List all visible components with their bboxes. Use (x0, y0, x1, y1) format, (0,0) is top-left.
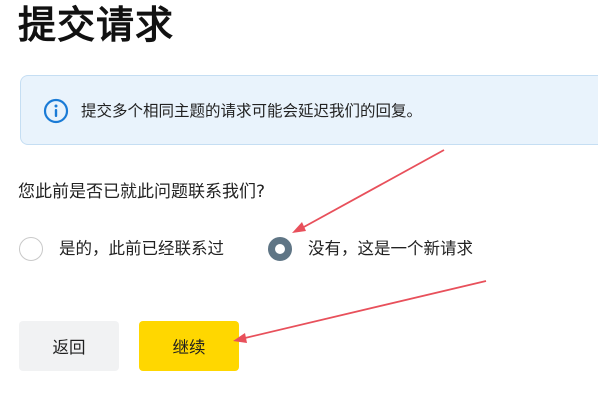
info-icon (43, 98, 69, 124)
annotation-arrow-to-radio (292, 149, 445, 233)
radio-option-contacted-before[interactable]: 是的，此前已经联系过 (19, 234, 224, 264)
radio-label-contacted-before: 是的，此前已经联系过 (59, 239, 224, 258)
radio-button-unchecked[interactable] (19, 237, 43, 261)
continue-button[interactable]: 继续 (139, 321, 239, 371)
contact-question: 您此前是否已就此问题联系我们? (18, 182, 266, 202)
radio-option-new-request[interactable]: 没有，这是一个新请求 (268, 234, 473, 264)
info-banner-text: 提交多个相同主题的请求可能会延迟我们的回复。 (81, 102, 423, 120)
info-banner: 提交多个相同主题的请求可能会延迟我们的回复。 (20, 75, 598, 145)
radio-button-checked[interactable] (268, 237, 292, 261)
radio-label-new-request: 没有，这是一个新请求 (308, 239, 473, 258)
page-title: 提交请求 (18, 3, 175, 47)
back-button[interactable]: 返回 (19, 321, 119, 371)
annotation-arrow-to-continue (233, 280, 487, 343)
